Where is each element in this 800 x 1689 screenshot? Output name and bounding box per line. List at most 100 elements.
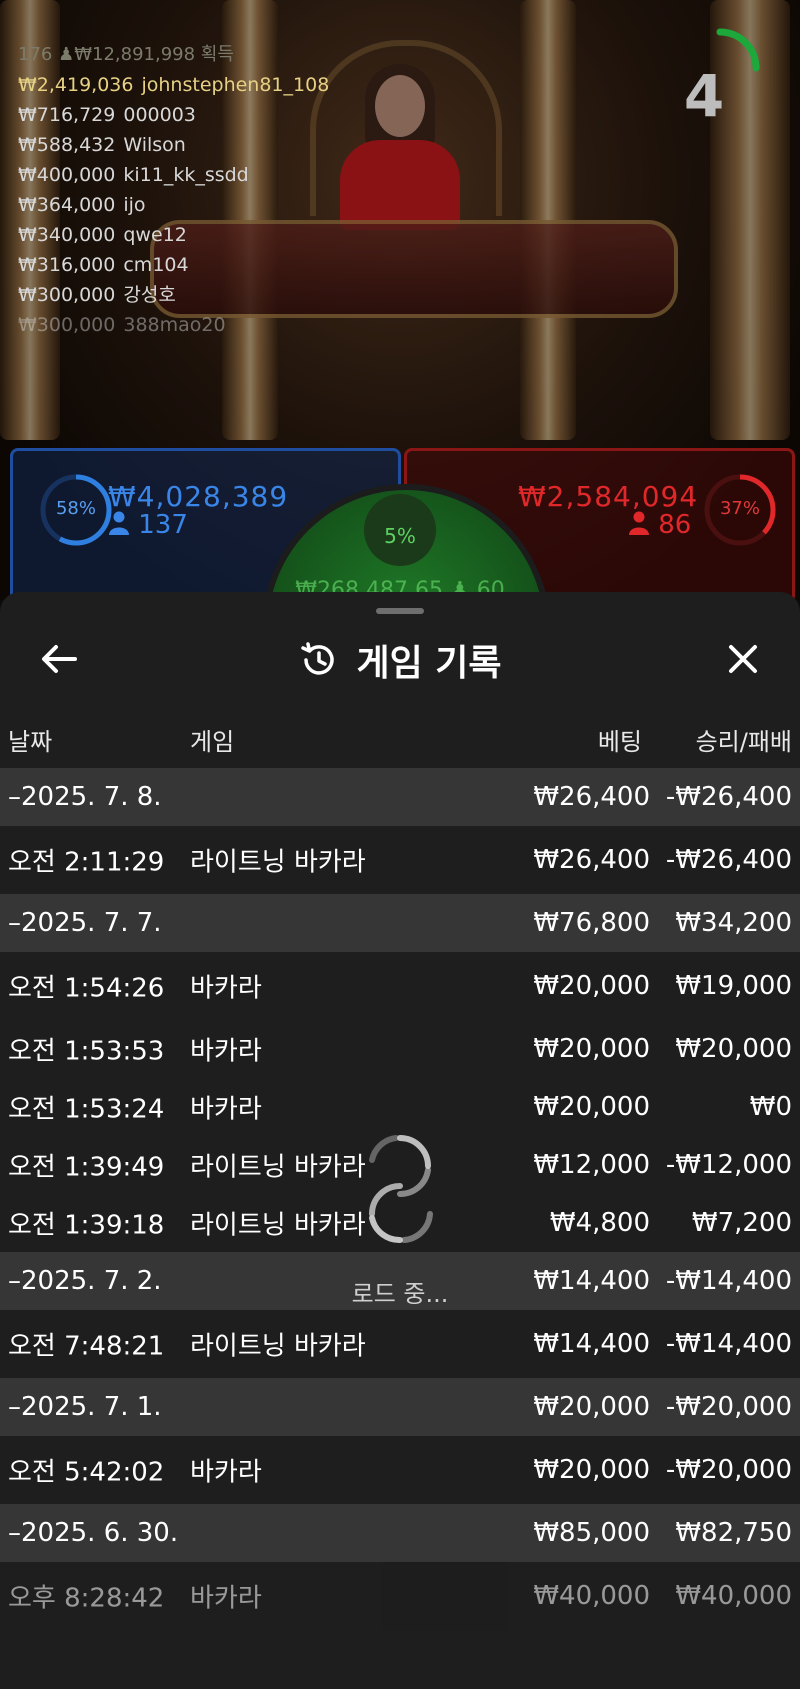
column-header-result: 승리/패배 (695, 728, 792, 756)
winners-header: 176 ♟₩12,891,998 획득 (18, 44, 234, 65)
row-time: 오후 8:28:42 (8, 1583, 165, 1614)
row-time: 오전 1:39:18 (8, 1210, 165, 1241)
row-game: 바카라 (190, 1457, 262, 1488)
player-percent: 58% (55, 498, 96, 519)
row-bet: ₩26,400 (533, 845, 650, 875)
row-result: ₩40,000 (675, 1581, 792, 1611)
winner-name: qwe12 (123, 224, 187, 246)
player-total-bet: ₩4,028,389 (108, 480, 289, 513)
winners-list: 176 ♟₩12,891,998 획득 ₩2,419,036 johnstephe… (18, 40, 329, 340)
date-group-row[interactable]: –2025. 7. 7. ₩76,800 ₩34,200 (0, 894, 800, 952)
row-bet: ₩4,800 (549, 1208, 650, 1238)
group-date: –2025. 6. 30. (8, 1518, 179, 1548)
group-result-total: -₩26,400 (665, 782, 792, 812)
table-header: 날짜 게임 베팅 승리/패배 (0, 722, 800, 772)
person-icon (629, 511, 649, 535)
history-row[interactable]: 오전 7:48:21 라이트닝 바카라 ₩14,400 -₩14,400 (0, 1310, 800, 1378)
row-bet: ₩40,000 (533, 1581, 650, 1611)
panel-title: 게임 기록 (356, 643, 502, 684)
close-icon (729, 645, 757, 673)
column-header-bet: 베팅 (597, 728, 642, 756)
player-bettor-count: 137 (108, 510, 188, 540)
group-bet-total: ₩76,800 (533, 908, 650, 938)
row-result: ₩7,200 (691, 1208, 792, 1238)
row-time: 오전 1:53:53 (8, 1036, 165, 1067)
winner-row: ₩588,432 Wilson (18, 130, 329, 160)
winner-row: ₩340,000 qwe12 (18, 220, 329, 250)
row-time: 오전 1:39:49 (8, 1152, 165, 1183)
group-bet-total: ₩85,000 (533, 1518, 650, 1548)
winner-name: 000003 (123, 104, 196, 126)
banker-percent: 37% (719, 498, 760, 519)
date-group-row[interactable]: –2025. 7. 1. ₩20,000 -₩20,000 (0, 1378, 800, 1436)
group-bet-total: ₩20,000 (533, 1392, 650, 1422)
winner-name: ijo (123, 194, 146, 216)
history-row[interactable]: 오후 8:28:42 바카라 ₩40,000 ₩40,000 (0, 1562, 800, 1630)
row-bet: ₩20,000 (533, 971, 650, 1001)
winner-row: ₩300,000 388mao20 (18, 310, 329, 340)
row-game: 라이트닝 바카라 (190, 1210, 366, 1241)
row-bet: ₩12,000 (533, 1150, 650, 1180)
row-result: ₩20,000 (675, 1034, 792, 1064)
row-time: 오전 1:54:26 (8, 973, 165, 1004)
group-result-total: -₩14,400 (665, 1266, 792, 1296)
winner-name: 강성호 (123, 284, 176, 306)
winner-name: 388mao20 (123, 314, 226, 336)
winner-amount: ₩364,000 (18, 194, 116, 216)
row-bet: ₩20,000 (533, 1034, 650, 1064)
date-group-row[interactable]: –2025. 6. 30. ₩85,000 ₩82,750 (0, 1504, 800, 1562)
row-time: 오전 7:48:21 (8, 1331, 165, 1362)
winner-row: ₩716,729 000003 (18, 100, 329, 130)
row-result: ₩19,000 (675, 971, 792, 1001)
group-date: –2025. 7. 1. (8, 1392, 162, 1422)
countdown-timer: 4 (683, 62, 725, 130)
history-row[interactable]: 오전 1:54:26 바카라 ₩20,000 ₩19,000 (0, 952, 800, 1020)
row-game: 라이트닝 바카라 (190, 1152, 366, 1183)
group-result-total: ₩82,750 (675, 1518, 792, 1548)
row-game: 바카라 (190, 1094, 262, 1125)
group-date: –2025. 7. 7. (8, 908, 162, 938)
history-clock-icon (301, 642, 335, 675)
winner-name: ki11_kk_ssdd (123, 164, 249, 186)
winner-amount: ₩400,000 (18, 164, 116, 186)
person-icon (109, 511, 129, 535)
history-row[interactable]: 오전 1:53:24 바카라 ₩20,000 ₩0 (0, 1078, 800, 1136)
row-game: 바카라 (190, 1036, 262, 1067)
winner-name: Wilson (123, 134, 186, 156)
row-game: 바카라 (190, 1583, 262, 1614)
row-result: -₩20,000 (665, 1455, 792, 1485)
winner-row: ₩2,419,036 johnstephen81_108 (18, 70, 329, 100)
winner-row: ₩316,000 cm104 (18, 250, 329, 280)
winner-amount: ₩300,000 (18, 284, 116, 306)
group-bet-total: ₩26,400 (533, 782, 650, 812)
history-row[interactable]: 오전 2:11:29 라이트닝 바카라 ₩26,400 -₩26,400 (0, 826, 800, 894)
winner-amount: ₩588,432 (18, 134, 116, 156)
drag-handle[interactable] (376, 608, 424, 614)
row-result: -₩12,000 (665, 1150, 792, 1180)
spinner-icon (369, 1135, 433, 1244)
panel-header: 게임 기록 (0, 632, 800, 688)
row-game: 라이트닝 바카라 (190, 847, 366, 878)
row-bet: ₩14,400 (533, 1329, 650, 1359)
winner-row: ₩400,000 ki11_kk_ssdd (18, 160, 329, 190)
history-row[interactable]: 오전 5:42:02 바카라 ₩20,000 -₩20,000 (0, 1436, 800, 1504)
row-game: 바카라 (190, 973, 262, 1004)
winner-name: johnstephen81_108 (141, 74, 330, 96)
row-result: -₩14,400 (665, 1329, 792, 1359)
winner-amount: ₩716,729 (18, 104, 116, 126)
date-group-row[interactable]: –2025. 7. 8. ₩26,400 -₩26,400 (0, 768, 800, 826)
group-result-total: -₩20,000 (665, 1392, 792, 1422)
row-result: ₩0 (749, 1092, 792, 1122)
row-bet: ₩20,000 (533, 1092, 650, 1122)
row-time: 오전 5:42:02 (8, 1457, 165, 1488)
winner-amount: ₩316,000 (18, 254, 116, 276)
winner-row: ₩364,000 ijo (18, 190, 329, 220)
history-row[interactable]: 오전 1:53:53 바카라 ₩20,000 ₩20,000 (0, 1020, 800, 1078)
row-result: -₩26,400 (665, 845, 792, 875)
group-bet-total: ₩14,400 (533, 1266, 650, 1296)
close-button[interactable] (718, 634, 768, 684)
banker-bettor-count: 86 (628, 510, 691, 540)
group-result-total: ₩34,200 (675, 908, 792, 938)
loading-text: 로드 중... (351, 1280, 449, 1308)
group-date: –2025. 7. 2. (8, 1266, 162, 1296)
